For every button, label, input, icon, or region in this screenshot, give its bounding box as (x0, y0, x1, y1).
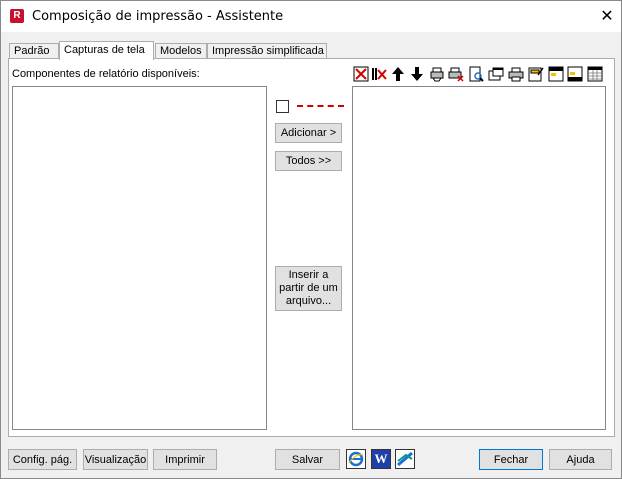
table-icon[interactable] (587, 66, 603, 82)
page-setup-button[interactable]: Config. pág. (8, 449, 77, 470)
available-components-label: Componentes de relatório disponíveis: (12, 68, 200, 80)
app-logo-icon: R (10, 9, 24, 23)
print-button[interactable]: Imprimir (153, 449, 217, 470)
internet-explorer-icon[interactable] (346, 449, 366, 469)
page-footer-icon[interactable] (567, 66, 583, 82)
tab-impressao-simplificada[interactable]: Impressão simplificada (207, 43, 327, 59)
available-components-list[interactable] (12, 86, 267, 430)
print-settings-icon[interactable] (429, 66, 445, 82)
add-all-button[interactable]: Todos >> (275, 151, 342, 171)
save-button[interactable]: Salvar (275, 449, 340, 470)
page-header-icon[interactable] (548, 66, 564, 82)
export-icon[interactable] (395, 449, 415, 469)
print-composition-dialog: R Composição de impressão - Assistente ✕… (0, 0, 622, 479)
preview-button[interactable]: Visualização (83, 449, 148, 470)
add-button[interactable]: Adicionar > (275, 123, 342, 143)
preview-icon[interactable] (468, 66, 484, 82)
move-up-icon[interactable] (390, 66, 406, 82)
delete-all-icon[interactable] (371, 66, 387, 82)
tab-modelos[interactable]: Modelos (155, 43, 207, 59)
checkbox[interactable] (276, 100, 289, 113)
word-icon[interactable]: W (371, 449, 391, 469)
delete-icon[interactable] (353, 66, 369, 82)
printer-icon[interactable] (508, 66, 524, 82)
insert-from-file-button[interactable]: Inserir a partir de um arquivo... (275, 266, 342, 311)
dashed-line-indicator (297, 105, 344, 107)
insert-button-line-1: Inserir a (288, 269, 329, 281)
window-icon[interactable] (488, 66, 504, 82)
tab-padrao[interactable]: Padrão (9, 43, 59, 59)
insert-button-line-2: partir de um (279, 282, 338, 294)
print-delete-icon[interactable] (448, 66, 464, 82)
help-button[interactable]: Ajuda (549, 449, 612, 470)
tab-capturas-de-tela[interactable]: Capturas de tela (59, 41, 154, 60)
edit-header-icon[interactable] (528, 66, 544, 82)
close-icon[interactable]: ✕ (597, 6, 617, 26)
title-bar: R Composição de impressão - Assistente ✕ (1, 1, 621, 32)
window-title: Composição de impressão - Assistente (32, 9, 284, 24)
selected-components-list[interactable] (352, 86, 606, 430)
close-button[interactable]: Fechar (479, 449, 543, 470)
insert-button-line-3: arquivo... (285, 295, 332, 307)
move-down-icon[interactable] (409, 66, 425, 82)
